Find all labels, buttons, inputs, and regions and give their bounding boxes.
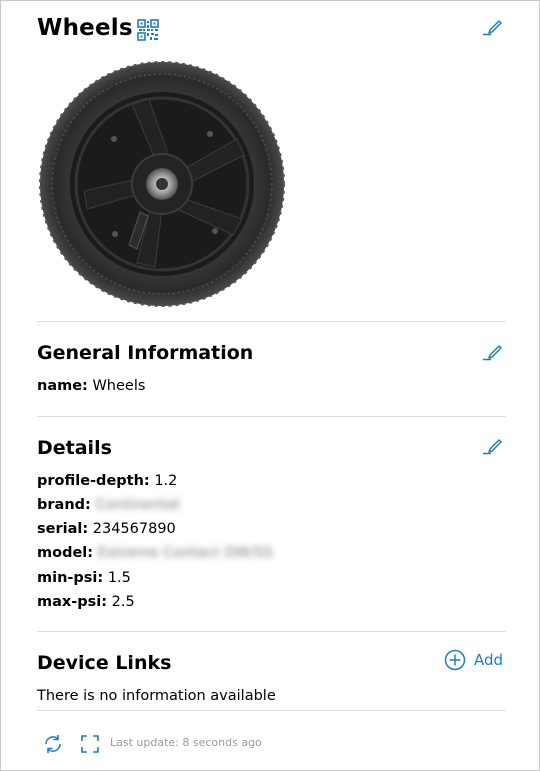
edit-title-icon[interactable] — [481, 17, 505, 37]
field-label: brand: — [37, 497, 91, 513]
field-min-psi: min-psi: 1.5 — [37, 570, 131, 586]
qr-code-icon[interactable] — [137, 19, 159, 41]
wheel-photo — [39, 61, 285, 307]
divider — [37, 321, 506, 322]
field-value: Wheels — [92, 378, 146, 394]
field-model: model: Extreme Contact DW/SS — [37, 545, 273, 561]
field-label: max-psi: — [37, 594, 108, 610]
field-label: name: — [37, 378, 88, 394]
field-value: 234567890 — [92, 521, 176, 537]
field-label: profile-depth: — [37, 473, 150, 489]
field-label: min-psi: — [37, 570, 104, 586]
last-update-text: Last update: 8 seconds ago — [110, 736, 262, 749]
field-serial: serial: 234567890 — [37, 521, 176, 537]
add-link-button[interactable]: Add — [444, 649, 503, 671]
field-value: 2.5 — [111, 594, 135, 610]
edit-details-icon[interactable] — [481, 436, 505, 456]
divider — [37, 631, 506, 632]
device-links-title: Device Links — [37, 652, 172, 674]
add-label: Add — [474, 651, 504, 669]
field-brand: brand: Continental — [37, 497, 179, 513]
field-label: model: — [37, 545, 94, 561]
page-title: Wheels — [37, 15, 133, 41]
field-value: 1.2 — [154, 473, 178, 489]
field-label: serial: — [37, 521, 89, 537]
field-value-blurred: Continental — [95, 497, 180, 513]
field-value: 1.5 — [107, 570, 131, 586]
divider — [37, 416, 506, 417]
details-title: Details — [37, 437, 112, 459]
divider — [37, 710, 506, 711]
field-value-blurred: Extreme Contact DW/SS — [97, 545, 274, 561]
device-card: Wheels General Information name: Wheels … — [0, 0, 540, 771]
fullscreen-icon[interactable] — [79, 733, 101, 755]
edit-general-icon[interactable] — [481, 342, 505, 362]
plus-circle-icon — [444, 649, 466, 671]
general-info-title: General Information — [37, 342, 254, 364]
field-max-psi: max-psi: 2.5 — [37, 594, 135, 610]
empty-state-text: There is no information available — [37, 688, 276, 704]
field-profile-depth: profile-depth: 1.2 — [37, 473, 177, 489]
field-name: name: Wheels — [37, 378, 145, 394]
refresh-icon[interactable] — [42, 733, 64, 755]
